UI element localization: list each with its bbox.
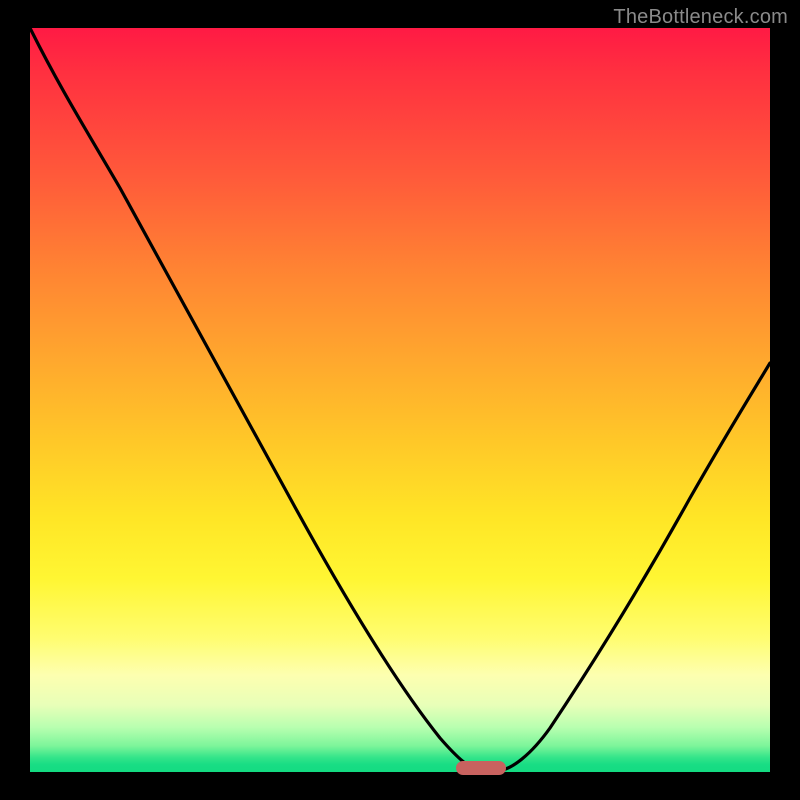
watermark-text: TheBottleneck.com	[613, 6, 788, 29]
curve-path	[30, 28, 770, 770]
chart-frame: TheBottleneck.com	[0, 0, 800, 800]
plot-area	[30, 28, 770, 772]
bottleneck-curve	[30, 28, 770, 772]
minimum-marker	[456, 761, 506, 775]
